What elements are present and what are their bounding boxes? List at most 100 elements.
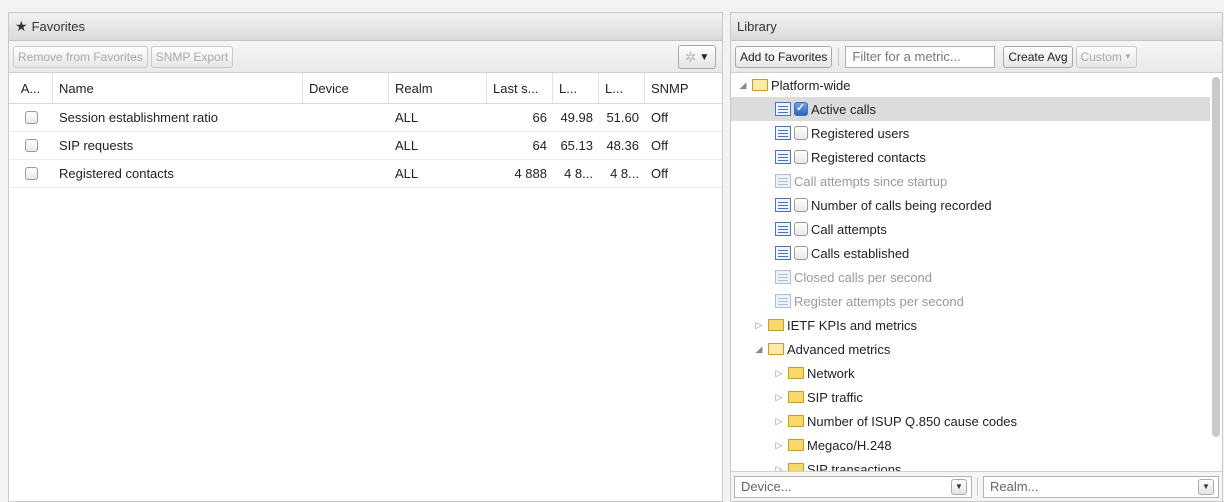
tree-label: Number of calls being recorded (811, 197, 992, 213)
collapsed-arrow-icon[interactable]: ▷ (753, 320, 765, 331)
folder-icon (788, 391, 804, 403)
tree-label: Platform-wide (771, 77, 851, 93)
metric-checkbox[interactable] (794, 198, 808, 212)
collapsed-arrow-icon[interactable]: ▷ (773, 416, 785, 427)
remove-from-favorites-button[interactable]: Remove from Favorites (13, 45, 148, 68)
tree-label: Megaco/H.248 (807, 437, 892, 453)
snmp-export-button[interactable]: SNMP Export (150, 45, 234, 68)
collapsed-arrow-icon[interactable]: ▷ (773, 440, 785, 451)
table-row[interactable]: Session establishment ratio ALL 66 49.98… (9, 104, 722, 132)
column-header-active[interactable]: A... (9, 73, 53, 103)
metric-checkbox[interactable] (794, 101, 808, 116)
tree-label: Register attempts per second (794, 293, 964, 309)
column-header-l2[interactable]: L... (599, 73, 645, 103)
metric-checkbox[interactable] (794, 222, 808, 236)
tree-label: IETF KPIs and metrics (787, 317, 918, 333)
row-checkbox[interactable] (24, 139, 38, 152)
metric-icon (775, 102, 791, 116)
tree-label: Network (807, 365, 855, 381)
tree-label: Active calls (811, 101, 877, 117)
tree-label: Advanced metrics (787, 341, 891, 357)
row-l1: 65.13 (560, 138, 593, 153)
custom-menu-button[interactable]: Custom ▼ (1075, 45, 1137, 68)
tree-folder-isup-cause-codes[interactable]: ▷ Number of ISUP Q.850 cause codes (731, 409, 1210, 433)
row-realm: ALL (395, 110, 419, 125)
row-snmp: Off (651, 166, 669, 181)
folder-open-icon (768, 343, 784, 355)
filter-divider (977, 477, 978, 496)
column-header-l1[interactable]: L... (553, 73, 599, 103)
column-header-device[interactable]: Device (303, 73, 389, 103)
chevron-down-icon: ▼ (1198, 478, 1214, 495)
tree-folder-megaco[interactable]: ▷ Megaco/H.248 (731, 433, 1210, 457)
tree-metric-calls-being-recorded[interactable]: Number of calls being recorded (731, 193, 1210, 217)
tree-folder-network[interactable]: ▷ Network (731, 361, 1210, 385)
metric-icon (775, 126, 791, 140)
folder-icon (788, 415, 804, 427)
tree-folder-sip-traffic[interactable]: ▷ SIP traffic (731, 385, 1210, 409)
table-row[interactable]: Registered contacts ALL 4 888 4 8... 4 8… (9, 160, 722, 188)
collapsed-arrow-icon[interactable]: ▷ (773, 464, 785, 472)
collapsed-arrow-icon[interactable]: ▷ (773, 368, 785, 379)
metric-checkbox[interactable] (794, 246, 808, 260)
tree-metric-calls-established[interactable]: Calls established (731, 241, 1210, 265)
library-toolbar: Add to Favorites Filter for a metric... … (731, 41, 1222, 73)
favorites-grid-header: A... Name Device Realm Last s... L... L.… (9, 73, 722, 104)
metric-filter-input[interactable]: Filter for a metric... (845, 45, 996, 68)
favorites-panel: ★ Favorites Remove from Favorites SNMP E… (8, 12, 723, 502)
expanded-arrow-icon[interactable]: ◢ (737, 80, 749, 91)
tree-folder-sip-transactions[interactable]: ▷ SIP transactions (731, 457, 1210, 471)
tree-scrollbar[interactable] (1212, 77, 1220, 477)
realm-select[interactable]: Realm... ▼ (982, 475, 1219, 498)
column-header-name[interactable]: Name (53, 73, 303, 103)
device-select[interactable]: Device... ▼ (734, 475, 972, 498)
metric-tree: ◢ Platform-wide Active calls Registered … (731, 73, 1210, 471)
row-snmp: Off (651, 110, 669, 125)
scrollbar-thumb[interactable] (1212, 77, 1220, 437)
tree-metric-registered-users[interactable]: Registered users (731, 121, 1210, 145)
column-header-realm[interactable]: Realm (389, 73, 487, 103)
tree-label: Closed calls per second (794, 269, 933, 285)
tree-label: Registered users (811, 125, 910, 141)
custom-label: Custom (1080, 49, 1122, 64)
tree-metric-registered-contacts[interactable]: Registered contacts (731, 145, 1210, 169)
library-title: Library (737, 19, 777, 34)
folder-icon (788, 439, 804, 451)
folder-icon (768, 319, 784, 331)
collapsed-arrow-icon[interactable]: ▷ (773, 392, 785, 403)
tree-folder-platform-wide[interactable]: ◢ Platform-wide (731, 73, 1210, 97)
tree-label: SIP transactions (807, 461, 902, 472)
tree-label: Call attempts (811, 221, 887, 237)
tree-metric-call-attempts-since-startup[interactable]: Call attempts since startup (731, 169, 1210, 193)
tree-metric-active-calls[interactable]: Active calls (731, 97, 1210, 121)
create-avg-button[interactable]: Create Avg (1003, 45, 1073, 68)
row-l2: 51.60 (606, 110, 639, 125)
metric-checkbox[interactable] (794, 126, 808, 140)
tree-folder-advanced-metrics[interactable]: ◢ Advanced metrics (731, 337, 1210, 361)
expanded-arrow-icon[interactable]: ◢ (753, 344, 765, 355)
add-to-favorites-button[interactable]: Add to Favorites (735, 45, 833, 68)
settings-menu-button[interactable]: ✲ ▼ (678, 45, 716, 69)
row-realm: ALL (395, 138, 419, 153)
tree-metric-closed-calls-per-second[interactable]: Closed calls per second (731, 265, 1210, 289)
metric-icon (775, 270, 791, 284)
column-header-last[interactable]: Last s... (487, 73, 553, 103)
tree-metric-register-attempts-per-second[interactable]: Register attempts per second (731, 289, 1210, 313)
tree-label: SIP traffic (807, 389, 863, 405)
metric-checkbox[interactable] (794, 150, 808, 164)
row-checkbox[interactable] (24, 167, 38, 180)
tree-folder-ietf-kpis[interactable]: ▷ IETF KPIs and metrics (731, 313, 1210, 337)
row-last: 64 (532, 138, 547, 153)
column-header-snmp[interactable]: SNMP (645, 73, 695, 103)
tree-metric-call-attempts[interactable]: Call attempts (731, 217, 1210, 241)
device-select-label: Device... (741, 479, 792, 494)
row-l2: 48.36 (606, 138, 639, 153)
tree-label: Number of ISUP Q.850 cause codes (807, 413, 1018, 429)
row-l1: 4 8... (564, 166, 593, 181)
table-row[interactable]: SIP requests ALL 64 65.13 48.36 Off (9, 132, 722, 160)
folder-icon (788, 463, 804, 471)
row-checkbox[interactable] (24, 111, 38, 124)
folder-open-icon (752, 79, 768, 91)
realm-select-label: Realm... (989, 479, 1039, 494)
toolbar-divider (838, 47, 840, 66)
